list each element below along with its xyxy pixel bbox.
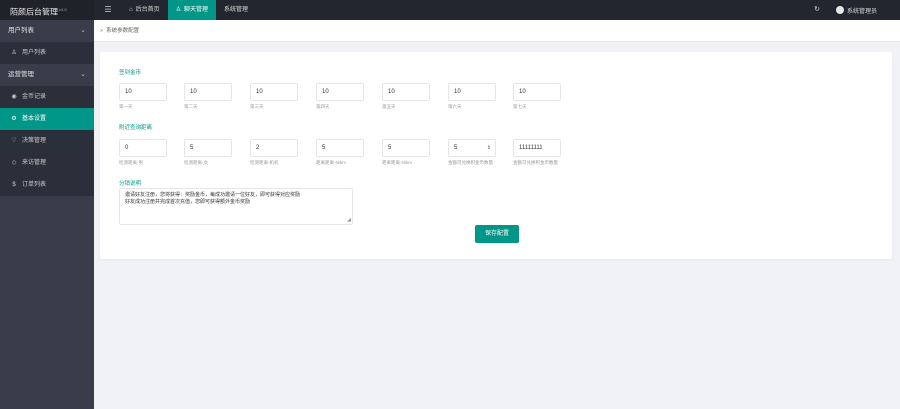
nearby-field-3: 2 检测距离-机机 [250, 139, 298, 166]
nearby-field-1: 0 检测距离-男 [119, 139, 167, 166]
sidebar-item-user-list[interactable]: ♙ 用户列表 [0, 42, 94, 64]
admin-menu[interactable]: 系统管理员 [836, 0, 877, 20]
gear-icon: ⚙ [11, 116, 17, 122]
user-icon: ♙ [11, 50, 17, 56]
checkin-field-2: 10 第二天 [184, 83, 232, 110]
sidebar-item-label: 用户列表 [22, 50, 47, 56]
nearby-input-6-value: 5 [454, 145, 458, 151]
checkin-label-3: 第三天 [250, 104, 264, 109]
nearby-input-2[interactable]: 5 [184, 139, 232, 157]
checkin-label-5: 第五天 [382, 104, 396, 109]
notice-line-1: 邀请好友注册，您将获得：奖励金币，每成功邀请一位好友，即可获得对应奖励 [125, 192, 301, 198]
sidebar-group-label: 用户列表 [8, 27, 34, 34]
breadcrumb: » 系统参数配置 [94, 20, 900, 42]
nearby-field-2: 5 检测距离-女 [184, 139, 232, 166]
avatar [836, 6, 844, 14]
nearby-label-7: 金额可兑换积金币数量 [513, 160, 558, 165]
nav-chat-management[interactable]: ♙ 聊天管理 [167, 0, 217, 20]
sidebar-group-label: 运营管理 [8, 71, 34, 78]
diamond-icon: ◇ [11, 160, 17, 166]
brand-logo: 陌颜后台管理v4.0 [0, 0, 94, 20]
checkin-input-6[interactable]: 10 [448, 83, 496, 101]
nearby-field-4: 5 距离距离-N/km [316, 139, 364, 166]
sidebar-item-label: 来访管理 [22, 160, 47, 166]
checkin-input-1[interactable]: 10 [119, 83, 167, 101]
nearby-label-4: 距离距离-N/km [316, 160, 346, 165]
section-title-notice: 分销说明 [119, 181, 142, 187]
sidebar-item-visitor-management[interactable]: ◇ 来访管理 [0, 152, 94, 174]
nearby-label-2: 检测距离-女 [184, 160, 208, 165]
sidebar-item-coin-records[interactable]: ◉ 金币记录 [0, 86, 94, 108]
nav-home[interactable]: ⌂ 后台首页 [121, 0, 168, 20]
checkin-label-4: 第四天 [316, 104, 330, 109]
chevron-down-icon: ⌄ [80, 27, 86, 34]
sidebar-item-basic-settings[interactable]: ⚙ 基本设置 [0, 108, 94, 130]
sidebar-group-users[interactable]: 用户列表 ⌄ [0, 20, 94, 42]
checkin-field-5: 10 第五天 [382, 83, 430, 110]
nav-home-label: 后台首页 [135, 7, 160, 13]
checkin-input-7[interactable]: 10 [513, 83, 561, 101]
brand-title: 陌颜后台管理 [10, 7, 58, 17]
sidebar: 用户列表 ⌄ ♙ 用户列表 运营管理 ⌄ ◉ 金币记录 ⚙ 基本设置 ♡ 决策管理 ◇ 来访管… [0, 20, 94, 409]
nearby-label-3: 检测距离-机机 [250, 160, 279, 165]
sidebar-item-order-list[interactable]: $ 订单列表 [0, 174, 94, 196]
notice-line-2: 好友成功注册并完成首次充值，您即可获得额外金币奖励 [125, 199, 251, 205]
nearby-input-3[interactable]: 2 [250, 139, 298, 157]
sidebar-item-label: 订单列表 [22, 182, 47, 188]
top-nav: ⌂ 后台首页 ♙ 聊天管理 系统管理 [121, 0, 256, 20]
checkin-input-4[interactable]: 10 [316, 83, 364, 101]
nearby-field-7: 11111111 金额可兑换积金币数量 [513, 139, 561, 166]
home-icon: ⌂ [129, 7, 133, 13]
heart-icon: ♡ [11, 138, 17, 144]
nav-chat-label: 聊天管理 [184, 7, 209, 13]
section-title-checkin: 签到金币 [119, 70, 142, 76]
checkin-input-5[interactable]: 10 [382, 83, 430, 101]
checkin-input-3[interactable]: 10 [250, 83, 298, 101]
top-header: 陌颜后台管理v4.0 ☰ ⌂ 后台首页 ♙ 聊天管理 系统管理 ↻ 系统管理员 [0, 0, 900, 20]
nearby-input-4[interactable]: 5 [316, 139, 364, 157]
resize-grip-icon[interactable]: ◢ [347, 217, 351, 224]
brand-version: v4.0 [59, 7, 67, 12]
sidebar-item-label: 基本设置 [22, 116, 47, 122]
sidebar-item-label: 决策管理 [22, 138, 47, 144]
breadcrumb-separator: » [100, 28, 104, 34]
checkin-label-1: 第一天 [119, 104, 133, 109]
checkin-label-7: 第七天 [513, 104, 527, 109]
notice-textarea[interactable]: 邀请好友注册，您将获得：奖励金币，每成功邀请一位好友，即可获得对应奖励 好友成功… [119, 188, 353, 225]
user-icon: ♙ [175, 7, 182, 13]
nearby-input-5[interactable]: 5 [382, 139, 430, 157]
section-title-nearby: 附近查询距离 [119, 125, 153, 131]
nearby-field-6: 5 ⇕ 金额可兑换积金币数量 [448, 139, 496, 166]
checkin-input-2[interactable]: 10 [184, 83, 232, 101]
chevron-down-icon: ⌄ [80, 71, 86, 78]
settings-card: 签到金币 10 第一天 10 第二天 10 第三天 10 第四天 10 第五天 10 第六天… [100, 52, 892, 259]
checkin-field-3: 10 第三天 [250, 83, 298, 110]
nearby-label-5: 距离距离-N/km [382, 160, 412, 165]
checkin-field-4: 10 第四天 [316, 83, 364, 110]
nav-system-management[interactable]: 系统管理 [216, 0, 256, 20]
refresh-icon[interactable]: ↻ [810, 0, 824, 20]
checkin-label-2: 第二天 [184, 104, 198, 109]
admin-label: 系统管理员 [847, 8, 878, 15]
coin-icon: ◉ [11, 94, 17, 100]
dollar-icon: $ [12, 182, 16, 188]
checkin-label-6: 第六天 [448, 104, 462, 109]
nearby-label-1: 检测距离-男 [119, 160, 143, 165]
menu-icon[interactable]: ☰ [100, 0, 116, 20]
checkin-field-7: 10 第七天 [513, 83, 561, 110]
nearby-label-6: 金额可兑换积金币数量 [448, 160, 493, 165]
checkin-field-1: 10 第一天 [119, 83, 167, 110]
sidebar-group-operations[interactable]: 运营管理 ⌄ [0, 64, 94, 86]
nearby-input-7[interactable]: 11111111 [513, 139, 561, 157]
breadcrumb-label[interactable]: 系统参数配置 [106, 20, 139, 41]
spinner-icon[interactable]: ⇕ [487, 140, 491, 156]
nearby-field-5: 5 距离距离-N/km [382, 139, 430, 166]
nearby-input-1[interactable]: 0 [119, 139, 167, 157]
nearby-number-input-6[interactable]: 5 ⇕ [448, 139, 496, 157]
sidebar-item-decision-management[interactable]: ♡ 决策管理 [0, 130, 94, 152]
nav-system-label: 系统管理 [224, 7, 249, 13]
save-config-button[interactable]: 保存配置 [475, 225, 519, 243]
sidebar-item-label: 金币记录 [22, 94, 47, 100]
checkin-field-6: 10 第六天 [448, 83, 496, 110]
